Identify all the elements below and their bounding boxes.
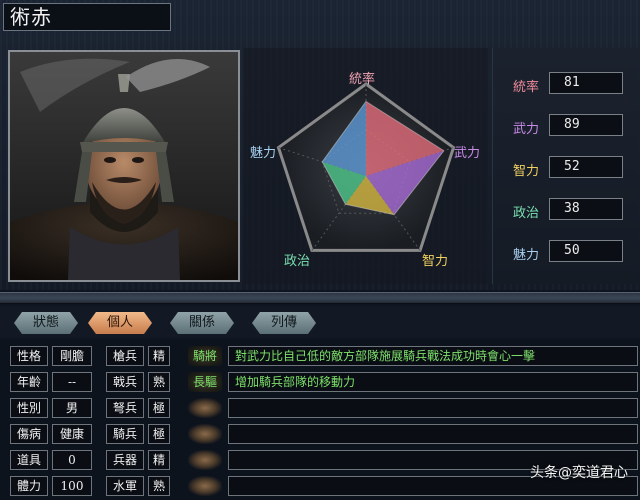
stat-label: 智力 (513, 164, 540, 179)
stat-value: 38 (549, 198, 623, 220)
empty-skill-slot[interactable] (188, 398, 222, 418)
skill-description (228, 398, 638, 418)
attribute-label: 傷病 (10, 424, 48, 444)
skill-name[interactable]: 長驅 (188, 372, 222, 392)
attribute-value: 男 (52, 398, 92, 418)
skill-description: 增加騎兵部隊的移動力 (228, 372, 638, 392)
empty-skill-slot[interactable] (188, 424, 222, 444)
attribute-value: 100 (52, 476, 92, 496)
aptitude-value: 極 (148, 398, 170, 418)
tab-status[interactable]: 狀態 (14, 312, 78, 334)
attribute-value: 剛膽 (52, 346, 92, 366)
stat-value: 81 (549, 72, 623, 94)
attribute-label: 體力 (10, 476, 48, 496)
aptitude-value: 熟 (148, 476, 170, 496)
tab-bar: 狀態 個人 關係 列傳 (0, 306, 640, 338)
section-divider (0, 292, 640, 304)
stat-row-command: 統率 81 (503, 72, 635, 96)
attribute-value: 0 (52, 450, 92, 470)
aptitude-value: 精 (148, 450, 170, 470)
stat-value: 50 (549, 240, 623, 262)
attribute-label: 道具 (10, 450, 48, 470)
stat-value: 89 (549, 114, 623, 136)
tab-biography[interactable]: 列傳 (252, 312, 316, 334)
skill-name[interactable]: 騎將 (188, 346, 222, 366)
general-portrait (8, 50, 240, 282)
stat-label: 統率 (513, 80, 540, 95)
attribute-label: 性別 (10, 398, 48, 418)
attribute-value: -- (52, 372, 92, 392)
watermark: 头条@奕道君心 (530, 465, 628, 481)
aptitude-label: 騎兵 (106, 424, 144, 444)
general-name: 術赤 (3, 3, 171, 31)
skill-description (228, 424, 638, 444)
aptitude-value: 精 (148, 346, 170, 366)
stat-label: 武力 (513, 122, 540, 137)
stat-value: 52 (549, 156, 623, 178)
stat-row-charisma: 魅力 50 (503, 240, 635, 264)
attribute-label: 性格 (10, 346, 48, 366)
stat-label: 魅力 (513, 248, 540, 263)
stat-row-war: 武力 89 (503, 114, 635, 138)
ability-radar-panel: 統率 武力 智力 政治 魅力 (244, 48, 488, 284)
aptitude-label: 弩兵 (106, 398, 144, 418)
radar-label-intelligence: 智力 (422, 254, 449, 269)
radar-label-politics: 政治 (284, 254, 311, 269)
empty-skill-slot[interactable] (188, 450, 222, 470)
aptitude-label: 槍兵 (106, 346, 144, 366)
aptitude-label: 戟兵 (106, 372, 144, 392)
ability-stats-panel: 統率 81 武力 89 智力 52 政治 38 魅力 50 (492, 48, 638, 284)
attribute-label: 年齡 (10, 372, 48, 392)
portrait-image (10, 52, 238, 280)
attribute-value: 健康 (52, 424, 92, 444)
stat-row-politics: 政治 38 (503, 198, 635, 222)
stat-label: 政治 (513, 206, 540, 221)
radar-label-war: 武力 (454, 146, 481, 161)
skill-description: 對武力比自己低的敵方部隊施展騎兵戰法成功時會心一擊 (228, 346, 638, 366)
radar-label-charisma: 魅力 (250, 146, 277, 161)
tab-personal[interactable]: 個人 (88, 312, 152, 334)
aptitude-label: 兵器 (106, 450, 144, 470)
aptitude-label: 水軍 (106, 476, 144, 496)
stat-row-intelligence: 智力 52 (503, 156, 635, 180)
tab-relations[interactable]: 關係 (170, 312, 234, 334)
aptitude-value: 熟 (148, 372, 170, 392)
aptitude-value: 極 (148, 424, 170, 444)
empty-skill-slot[interactable] (188, 476, 222, 496)
radar-label-command: 統率 (349, 72, 376, 87)
